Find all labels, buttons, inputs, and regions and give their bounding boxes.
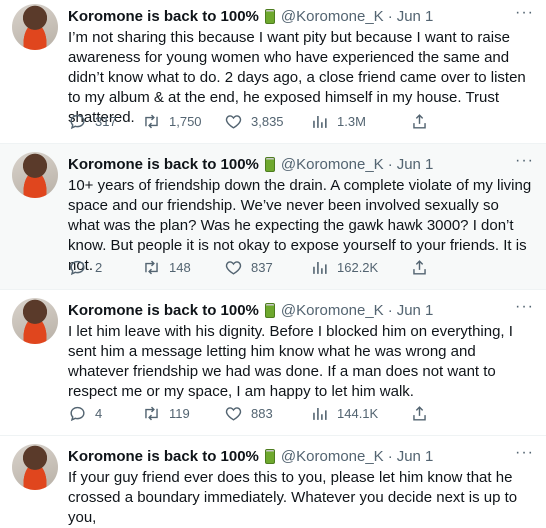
retweet-count: 1,750 [169,114,202,129]
reply-count: 317 [95,114,117,129]
tweet-header: Koromone is back to 100% @Koromone_K · J… [68,446,433,466]
separator: · [387,447,393,465]
tweet-header: Koromone is back to 100% @Koromone_K · J… [68,300,433,320]
tweet-text: I let him leave with his dignity. Before… [68,323,513,400]
separator: · [387,7,393,25]
tweet[interactable]: Koromone is back to 100% @Koromone_K · J… [0,0,546,144]
views-button[interactable]: 162.2K [310,258,410,277]
reply-icon [70,260,85,276]
like-count: 837 [251,260,273,275]
views-count: 162.2K [337,260,379,275]
separator: · [387,155,393,173]
tweet[interactable]: Koromone is back to 100% @Koromone_K · J… [0,290,546,436]
share-icon [413,114,426,129]
retweet-count: 119 [169,406,190,421]
author-handle[interactable]: @Koromone_K [281,302,384,319]
views-icon [313,115,327,128]
retweet-button[interactable]: 1,750 [142,112,224,131]
author-name[interactable]: Koromone is back to 100% [68,156,259,173]
views-button[interactable]: 1.3M [310,112,410,131]
share-icon [413,406,426,421]
author-handle[interactable]: @Koromone_K [281,448,384,465]
author-name[interactable]: Koromone is back to 100% [68,448,259,465]
views-button[interactable]: 144.1K [310,404,410,423]
separator: · [387,301,393,319]
avatar[interactable] [12,4,58,50]
heart-icon [225,115,242,129]
battery-icon [264,8,275,24]
reply-button[interactable]: 4 [68,404,142,423]
more-icon[interactable]: ··· [515,4,534,22]
views-icon [313,261,327,274]
tweet-header: Koromone is back to 100% @Koromone_K · J… [68,6,433,26]
tweet-actions: 317 1,750 3,835 1.3M [68,112,468,131]
battery-icon [264,156,275,172]
author-handle[interactable]: @Koromone_K [281,156,384,173]
views-count: 144.1K [337,406,379,421]
like-button[interactable]: 883 [224,404,310,423]
reply-icon [70,406,85,422]
more-icon[interactable]: ··· [515,298,534,316]
tweet-date[interactable]: Jun 1 [397,156,434,173]
avatar[interactable] [12,444,58,490]
share-icon [413,260,426,275]
reply-count: 2 [95,260,103,275]
views-count: 1.3M [337,114,366,129]
like-count: 883 [251,406,273,421]
reply-button[interactable]: 317 [68,112,142,131]
avatar[interactable] [12,152,58,198]
views-icon [313,407,327,420]
like-button[interactable]: 837 [224,258,310,277]
share-button[interactable] [410,404,437,423]
tweet-date[interactable]: Jun 1 [397,448,434,465]
reply-count: 4 [95,406,103,421]
battery-icon [264,302,275,318]
retweet-button[interactable]: 148 [142,258,224,277]
more-icon[interactable]: ··· [515,444,534,462]
retweet-icon [145,406,158,421]
battery-icon [264,448,275,464]
heart-icon [225,261,242,275]
retweet-icon [145,260,158,275]
share-button[interactable] [410,112,437,131]
tweet-text: If your guy friend ever does this to you… [68,469,518,526]
heart-icon [225,407,242,421]
tweet-header: Koromone is back to 100% @Koromone_K · J… [68,154,433,174]
retweet-count: 148 [169,260,191,275]
reply-button[interactable]: 2 [68,258,142,277]
author-name[interactable]: Koromone is back to 100% [68,8,259,25]
retweet-icon [145,114,158,129]
author-handle[interactable]: @Koromone_K [281,8,384,25]
more-icon[interactable]: ··· [515,152,534,170]
author-name[interactable]: Koromone is back to 100% [68,302,259,319]
reply-icon [70,114,85,130]
like-count: 3,835 [251,114,284,129]
like-button[interactable]: 3,835 [224,112,310,131]
tweet-date[interactable]: Jun 1 [397,302,434,319]
tweet[interactable]: Koromone is back to 100% @Koromone_K · J… [0,436,546,526]
avatar[interactable] [12,298,58,344]
tweet[interactable]: Koromone is back to 100% @Koromone_K · J… [0,144,546,290]
tweet-actions: 2 148 837 162.2K [68,258,468,277]
tweet-date[interactable]: Jun 1 [397,8,434,25]
share-button[interactable] [410,258,437,277]
retweet-button[interactable]: 119 [142,404,224,423]
tweet-actions: 4 119 883 144.1K [68,404,468,423]
